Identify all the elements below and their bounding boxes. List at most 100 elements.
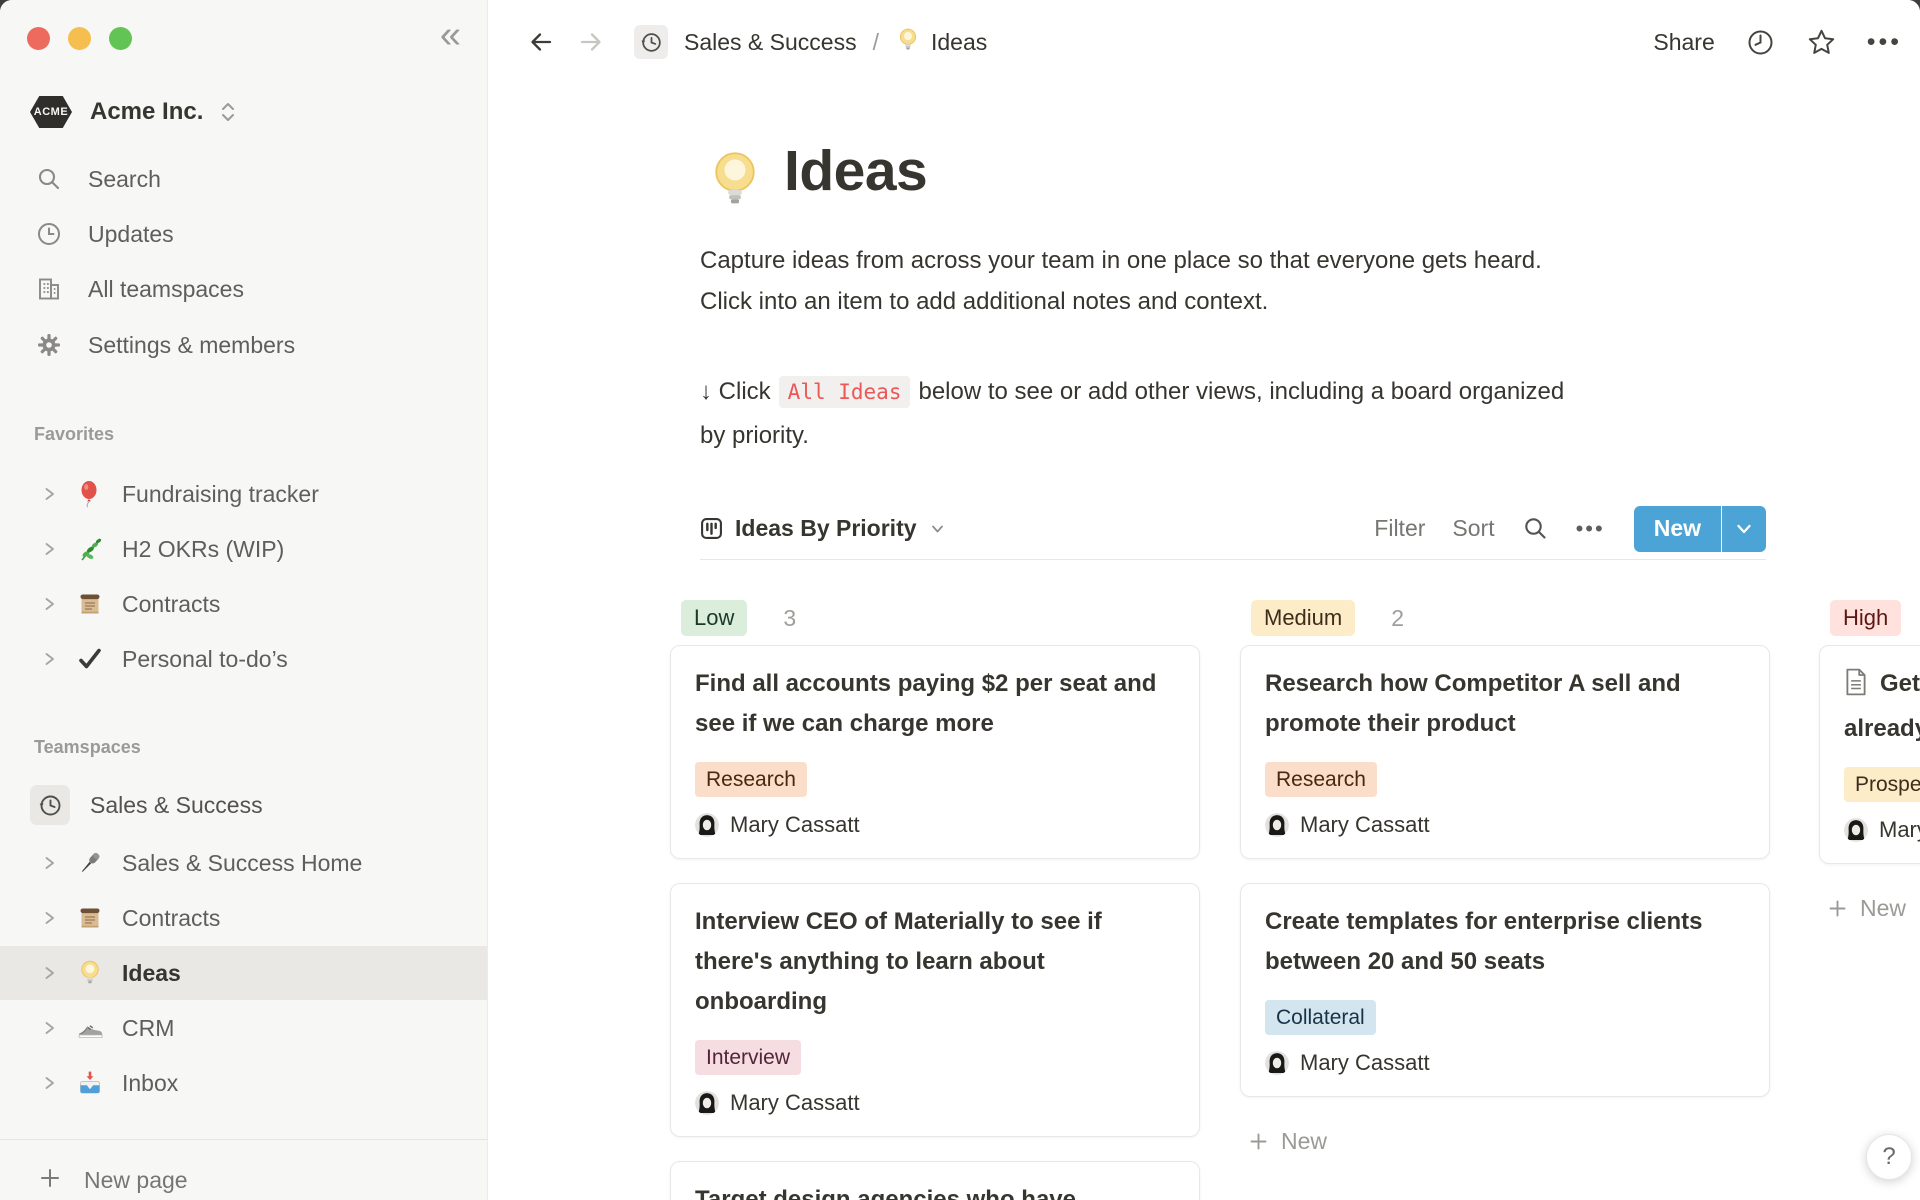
clock-restore-icon (639, 30, 664, 55)
avatar (695, 813, 719, 837)
page-emoji-light-bulb[interactable] (703, 148, 767, 217)
column-header-low[interactable]: Low 3 (670, 600, 1200, 636)
gear-icon (34, 331, 64, 359)
sidebar-teamspace-sales-success[interactable]: Sales & Success (0, 778, 487, 832)
chevron-right-icon[interactable] (42, 486, 58, 502)
sidebar-item-settings[interactable]: Settings & members (0, 318, 487, 372)
view-toolbar: Ideas By Priority Filter Sort ••• New (700, 498, 1766, 560)
sidebar-item-crm[interactable]: CRM (0, 1001, 487, 1055)
add-card-button[interactable]: New (1819, 888, 1920, 928)
idea-card[interactable]: Find all accounts paying $2 per seat and… (670, 645, 1200, 859)
chevron-right-icon[interactable] (42, 855, 58, 871)
view-more-options-icon[interactable]: ••• (1576, 516, 1605, 542)
tag-prospect: Prospect (1844, 767, 1920, 802)
herb-icon (76, 535, 104, 563)
search-icon (34, 165, 64, 193)
close-window-button[interactable] (27, 27, 50, 50)
breadcrumb-page[interactable]: Ideas (931, 29, 987, 56)
sidebar-item-fundraising-tracker[interactable]: Fundraising tracker (0, 467, 487, 521)
new-record-button[interactable]: New (1634, 506, 1766, 552)
sidebar-item-contracts[interactable]: Contracts (0, 891, 487, 945)
more-options-icon[interactable]: ••• (1867, 28, 1902, 57)
board-view-icon (700, 517, 723, 540)
column-header-high[interactable]: High 1 (1819, 600, 1920, 636)
clock-icon[interactable] (1745, 27, 1776, 58)
tag-research: Research (1265, 762, 1377, 797)
idea-card[interactable]: Interview CEO of Materially to see if th… (670, 883, 1200, 1137)
sidebar-item-h2-okrs[interactable]: H2 OKRs (WIP) (0, 522, 487, 576)
back-icon[interactable] (526, 27, 556, 57)
sidebar: « ACME Acme Inc. Search Updates All team… (0, 0, 488, 1200)
card-title: Interview CEO of Materially to see if th… (695, 902, 1175, 1022)
priority-pill-low[interactable]: Low (681, 600, 747, 636)
description-line: Capture ideas from across your team in o… (700, 240, 1542, 281)
chevron-right-icon[interactable] (42, 965, 58, 981)
priority-pill-medium[interactable]: Medium (1251, 600, 1355, 636)
breadcrumb-teamspace[interactable]: Sales & Success (684, 29, 857, 56)
sidebar-item-sales-success-home[interactable]: Sales & Success Home (0, 836, 487, 890)
plus-icon (38, 1166, 62, 1195)
plus-icon (1248, 1131, 1269, 1152)
card-title: Research how Competitor A sell and promo… (1265, 664, 1745, 744)
view-tab-ideas-by-priority[interactable]: Ideas By Priority (700, 515, 946, 542)
sneaker-icon (76, 1014, 104, 1042)
tag-research: Research (695, 762, 807, 797)
collapse-sidebar-icon[interactable]: « (440, 16, 461, 54)
sidebar-item-all-teamspaces[interactable]: All teamspaces (0, 262, 487, 316)
idea-card[interactable]: Create templates for enterprise clients … (1240, 883, 1770, 1097)
sidebar-item-updates[interactable]: Updates (0, 207, 487, 261)
add-card-button[interactable]: New (1240, 1121, 1770, 1161)
idea-card[interactable]: Target design agencies who have (670, 1161, 1200, 1200)
help-button[interactable]: ? (1866, 1134, 1912, 1180)
chevron-right-icon[interactable] (42, 1020, 58, 1036)
page-callout[interactable]: ↓ ClickAll Ideasbelow to see or add othe… (700, 370, 1564, 458)
person-name: Mary Cassatt (730, 812, 860, 838)
priority-pill-high[interactable]: High (1830, 600, 1901, 636)
sort-button[interactable]: Sort (1452, 515, 1494, 542)
inbox-tray-icon (76, 1069, 104, 1097)
page-title[interactable]: Ideas (784, 138, 927, 204)
light-bulb-icon (76, 959, 104, 987)
idea-card[interactable]: Research how Competitor A sell and promo… (1240, 645, 1770, 859)
search-icon[interactable] (1522, 515, 1549, 542)
column-header-medium[interactable]: Medium 2 (1240, 600, 1770, 636)
star-icon[interactable] (1806, 27, 1837, 58)
forward-icon[interactable] (576, 27, 606, 57)
new-page-button[interactable]: New page (0, 1153, 487, 1200)
share-button[interactable]: Share (1653, 29, 1714, 56)
sidebar-item-contracts-favorite[interactable]: Contracts (0, 577, 487, 631)
filter-button[interactable]: Filter (1374, 515, 1425, 542)
idea-card[interactable]: Get all already ha Prospect Mary C (1819, 645, 1920, 864)
sidebar-item-personal-todos[interactable]: Personal to-do’s (0, 632, 487, 686)
chevron-right-icon[interactable] (42, 1075, 58, 1091)
card-person: Mary Cassatt (1265, 812, 1745, 838)
board-column-medium: Medium 2 Research how Competitor A sell … (1240, 600, 1770, 1161)
person-name: Mary C (1879, 817, 1920, 843)
topbar: Sales & Success / Ideas Share ••• (488, 0, 1920, 84)
light-bulb-icon (895, 27, 921, 58)
person-name: Mary Cassatt (1300, 812, 1430, 838)
minimize-window-button[interactable] (68, 27, 91, 50)
workspace-logo: ACME (30, 96, 72, 128)
chevron-right-icon[interactable] (42, 596, 58, 612)
breadcrumb-teamspace-icon[interactable] (634, 25, 668, 59)
sidebar-item-search[interactable]: Search (0, 152, 487, 206)
sidebar-item-ideas[interactable]: Ideas (0, 946, 487, 1000)
board-column-low: Low 3 Find all accounts paying $2 per se… (670, 600, 1200, 1200)
column-count: 3 (783, 605, 796, 632)
page-description[interactable]: Capture ideas from across your team in o… (700, 240, 1542, 322)
breadcrumb-separator: / (873, 29, 879, 56)
chevron-right-icon[interactable] (42, 651, 58, 667)
chevron-right-icon[interactable] (42, 541, 58, 557)
favorites-section-label: Favorites (34, 424, 114, 445)
card-person: Mary Cassatt (1265, 1050, 1745, 1076)
chevron-right-icon[interactable] (42, 910, 58, 926)
sidebar-item-inbox[interactable]: Inbox (0, 1056, 487, 1110)
new-button-caret[interactable] (1722, 506, 1766, 552)
zoom-window-button[interactable] (109, 27, 132, 50)
teamspaces-section-label: Teamspaces (34, 737, 141, 758)
workspace-switcher[interactable]: ACME Acme Inc. (30, 91, 239, 133)
page-document-icon (1844, 668, 1868, 709)
card-title: Get all already ha (1844, 664, 1920, 749)
column-count: 2 (1391, 605, 1404, 632)
